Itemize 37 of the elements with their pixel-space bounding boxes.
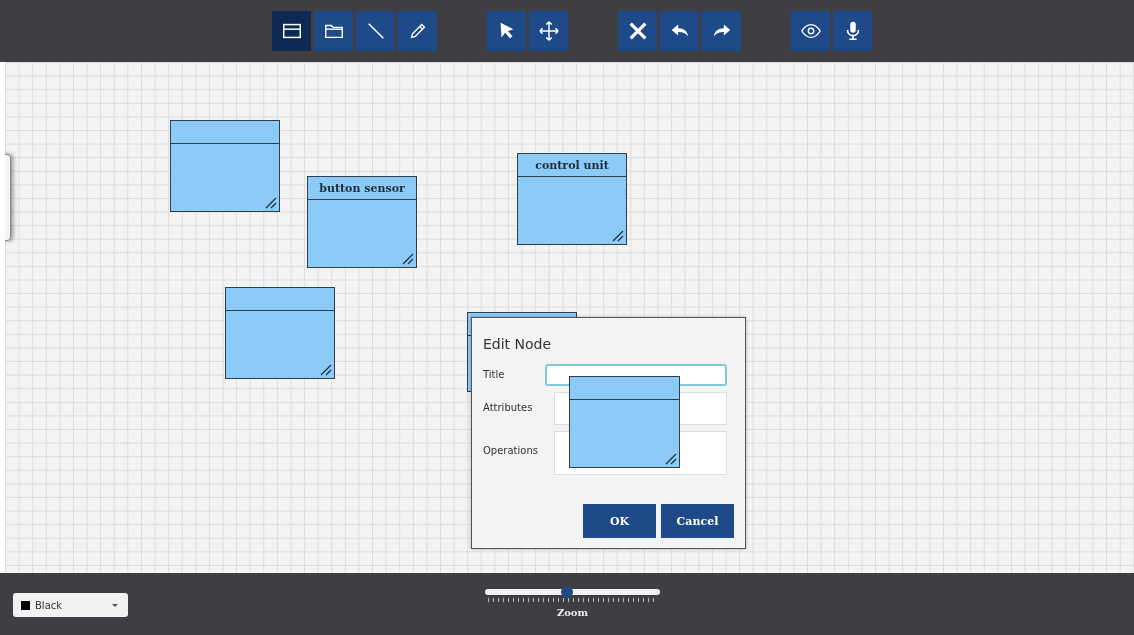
slider-thumb[interactable]	[561, 586, 574, 598]
field-label: Attributes	[483, 401, 534, 413]
dropdown-value: Black	[35, 599, 64, 611]
grid-canvas[interactable]: button sensor control unit Edit Node Title Attributes Operations OK Cancel	[5, 62, 1134, 573]
toolbar-button[interactable]	[791, 11, 830, 51]
toolbar-button[interactable]	[398, 11, 437, 51]
toolbar-button[interactable]	[702, 11, 741, 51]
class-node[interactable]: button sensor	[307, 176, 417, 268]
resize-grip-icon[interactable]	[665, 453, 677, 465]
toolbar-button[interactable]	[272, 11, 311, 51]
toolbar-button[interactable]	[314, 11, 353, 51]
toolbar-button[interactable]	[487, 11, 526, 51]
ok-button[interactable]: OK	[583, 504, 656, 538]
resize-grip-icon[interactable]	[320, 364, 332, 376]
zoom-slider[interactable]	[485, 589, 660, 595]
class-node[interactable]: control unit	[517, 153, 627, 245]
field-label: Operations	[483, 444, 539, 456]
node-title: button sensor	[319, 181, 405, 195]
caret-icon	[112, 603, 118, 607]
cancel-button[interactable]: Cancel	[661, 504, 734, 538]
field-label: Title	[483, 368, 506, 380]
color-dropdown[interactable]: Black	[13, 593, 128, 617]
color-swatch	[21, 600, 30, 610]
slider-label: Zoom	[556, 607, 589, 618]
dragged-node-overlay[interactable]	[569, 376, 680, 468]
resize-grip-icon[interactable]	[402, 253, 414, 265]
class-node[interactable]	[170, 120, 280, 212]
class-node[interactable]	[225, 287, 335, 379]
dialog-title: Edit Node	[483, 336, 553, 352]
toolbar-button[interactable]	[618, 11, 657, 51]
toolbar-button[interactable]	[529, 11, 568, 51]
resize-grip-icon[interactable]	[265, 197, 277, 209]
toolbar-button[interactable]	[833, 11, 872, 51]
resize-grip-icon[interactable]	[612, 230, 624, 242]
move-icon	[537, 20, 560, 42]
toolbar-button[interactable]	[660, 11, 699, 51]
node-title: control unit	[535, 158, 609, 172]
